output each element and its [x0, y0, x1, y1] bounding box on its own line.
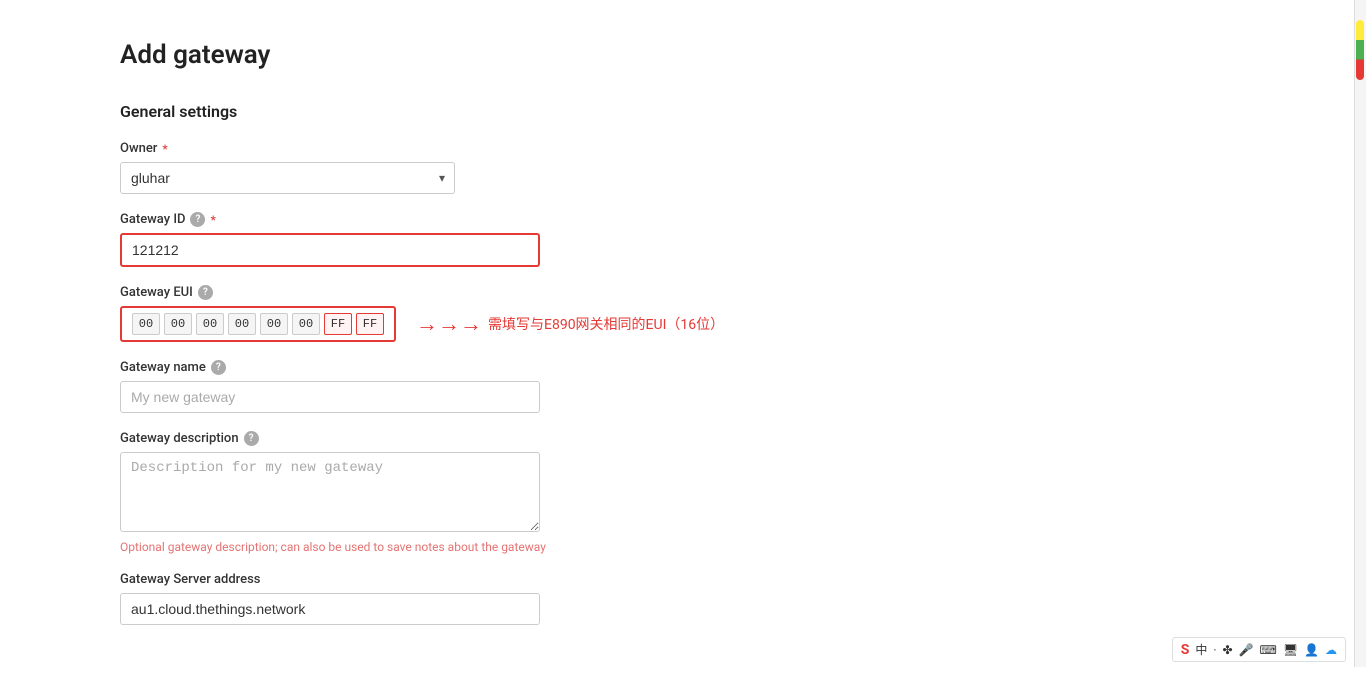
eui-cell-5[interactable]: [292, 313, 320, 335]
gateway-id-input[interactable]: [122, 235, 538, 265]
main-content: Add gateway General settings Owner * glu…: [0, 0, 1340, 683]
gateway-server-group: Gateway Server address: [120, 572, 1280, 625]
eui-cell-6[interactable]: [324, 313, 352, 335]
required-star-2: *: [210, 213, 215, 227]
gateway-name-group: Gateway name ?: [120, 360, 1280, 413]
eui-cell-0[interactable]: [132, 313, 160, 335]
eui-cell-1[interactable]: [164, 313, 192, 335]
arrow-right-icon: →→→: [416, 311, 482, 337]
ime-bar: S 中 · ✤ 🎤 ⌨ 🖥 👤 ☁: [1172, 637, 1346, 662]
gateway-id-group: Gateway ID ? * 可随意填写 ←←←: [120, 212, 1280, 267]
scrollbar-thumb: [1356, 20, 1364, 80]
eui-cell-2[interactable]: [196, 313, 224, 335]
owner-select-wrapper: gluhar ▾: [120, 162, 455, 194]
ime-user: 👤: [1304, 643, 1319, 657]
gateway-server-input[interactable]: [120, 593, 540, 625]
ime-skin: 🖥: [1283, 643, 1298, 657]
section-title: General settings: [120, 102, 1280, 121]
gateway-eui-label: Gateway EUI ?: [120, 285, 1280, 300]
name-help-icon[interactable]: ?: [211, 360, 226, 375]
ime-cloud: ☁: [1325, 643, 1337, 657]
owner-group: Owner * gluhar ▾: [120, 141, 1280, 194]
eui-annotation-text: 需填写与E890网关相同的EUI（16位）: [488, 314, 724, 334]
gateway-eui-group: Gateway EUI ? →→→ 需填写与E890网关相同的EU: [120, 285, 1280, 342]
gateway-name-label: Gateway name ?: [120, 360, 1280, 375]
gateway-server-label: Gateway Server address: [120, 572, 1280, 587]
page-container: Add gateway General settings Owner * glu…: [0, 0, 1366, 683]
ime-kbd: ⌨: [1259, 643, 1276, 657]
eui-help-icon[interactable]: ?: [198, 285, 213, 300]
ime-dot: ·: [1213, 643, 1216, 657]
gateway-description-label: Gateway description ?: [120, 431, 1280, 446]
eui-cell-7[interactable]: [356, 313, 384, 335]
eui-row: →→→ 需填写与E890网关相同的EUI（16位）: [120, 306, 1280, 342]
ime-mic: 🎤: [1239, 643, 1254, 657]
gateway-id-label: Gateway ID ? *: [120, 212, 1280, 227]
description-hint: Optional gateway description; can also b…: [120, 540, 1280, 554]
help-icon[interactable]: ?: [190, 212, 205, 227]
eui-cell-3[interactable]: [228, 313, 256, 335]
eui-wrapper: [120, 306, 396, 342]
gateway-id-wrapper: [120, 233, 540, 267]
gateway-name-input[interactable]: [120, 381, 540, 413]
ime-text: 中: [1195, 641, 1207, 658]
gateway-description-group: Gateway description ? Optional gateway d…: [120, 431, 1280, 554]
page-title: Add gateway: [120, 40, 1280, 70]
ime-symbols: ✤: [1222, 643, 1232, 657]
gateway-description-textarea[interactable]: [120, 452, 540, 532]
eui-annotation: →→→ 需填写与E890网关相同的EUI（16位）: [416, 311, 724, 337]
desc-help-icon[interactable]: ?: [244, 431, 259, 446]
eui-cell-4[interactable]: [260, 313, 288, 335]
owner-label: Owner *: [120, 141, 1280, 156]
sogou-icon: S: [1181, 642, 1190, 658]
scrollbar[interactable]: [1354, 0, 1366, 667]
required-star: *: [162, 142, 167, 156]
owner-select[interactable]: gluhar: [120, 162, 455, 194]
